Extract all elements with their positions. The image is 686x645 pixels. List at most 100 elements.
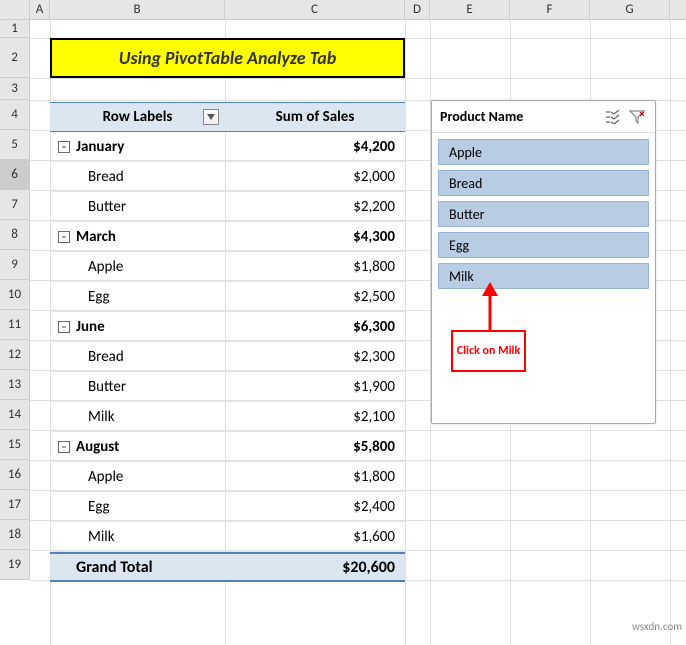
row-header-15[interactable]: 15 (0, 430, 29, 460)
row-header-16[interactable]: 16 (0, 460, 29, 490)
row-header-18[interactable]: 18 (0, 520, 29, 550)
slicer-item-milk[interactable]: Milk (438, 263, 649, 289)
row-header-9[interactable]: 9 (0, 250, 29, 280)
month-name: January (76, 138, 124, 156)
pivot-item-row[interactable]: Egg $2,500 (50, 282, 405, 312)
pivot-item-row[interactable]: Milk $1,600 (50, 522, 405, 552)
col-header-F[interactable]: F (510, 0, 590, 19)
pivot-table[interactable]: Row Labels Sum of Sales −January $4,200 … (50, 102, 405, 582)
pivot-month-row[interactable]: −August $5,800 (50, 432, 405, 462)
month-subtotal: $6,300 (225, 318, 405, 336)
pivot-item-row[interactable]: Butter $2,200 (50, 192, 405, 222)
item-value: $2,100 (225, 408, 405, 426)
col-header-D[interactable]: D (405, 0, 430, 19)
slicer-item-butter[interactable]: Butter (438, 201, 649, 227)
row-header-11[interactable]: 11 (0, 310, 29, 340)
month-name: August (76, 438, 119, 456)
item-value: $2,400 (225, 498, 405, 516)
item-label: Butter (50, 378, 225, 396)
row-header-12[interactable]: 12 (0, 340, 29, 370)
chevron-down-icon (207, 114, 215, 120)
item-label: Bread (50, 348, 225, 366)
row-header-4[interactable]: 4 (0, 100, 29, 130)
grand-total-row: Grand Total $20,600 (50, 552, 405, 582)
month-label: −March (50, 228, 225, 246)
item-value: $1,800 (225, 258, 405, 276)
item-label: Egg (50, 498, 225, 516)
product-slicer[interactable]: Product Name Apple Bread Butter Egg Milk (431, 100, 656, 424)
pivot-item-row[interactable]: Bread $2,300 (50, 342, 405, 372)
month-label: −January (50, 138, 225, 156)
row-header-1[interactable]: 1 (0, 20, 29, 38)
collapse-icon[interactable]: − (58, 441, 70, 453)
pivot-item-row[interactable]: Butter $1,900 (50, 372, 405, 402)
row-header-3[interactable]: 3 (0, 78, 29, 100)
slicer-header: Product Name (432, 101, 655, 133)
pivot-month-row[interactable]: −June $6,300 (50, 312, 405, 342)
clear-filter-icon[interactable] (627, 108, 647, 126)
row-header-5[interactable]: 5 (0, 130, 29, 160)
slicer-item-egg[interactable]: Egg (438, 232, 649, 258)
col-header-B[interactable]: B (50, 0, 225, 19)
row-labels-dropdown[interactable] (203, 109, 219, 125)
item-label: Apple (50, 258, 225, 276)
pivot-month-row[interactable]: −March $4,300 (50, 222, 405, 252)
multi-select-icon[interactable] (603, 108, 623, 126)
col-header-E[interactable]: E (430, 0, 510, 19)
slicer-title: Product Name (440, 108, 599, 125)
row-labels-text: Row Labels (103, 108, 173, 126)
row-header-19[interactable]: 19 (0, 550, 29, 580)
row-header-8[interactable]: 8 (0, 220, 29, 250)
spreadsheet-grid: A B C D E F G 1 2 3 4 5 6 7 8 9 10 11 12… (0, 0, 686, 645)
pivot-item-row[interactable]: Apple $1,800 (50, 462, 405, 492)
pivot-item-row[interactable]: Apple $1,800 (50, 252, 405, 282)
item-label: Milk (50, 408, 225, 426)
values-header: Sum of Sales (225, 103, 405, 131)
column-headers: A B C D E F G (0, 0, 686, 20)
month-label: −June (50, 318, 225, 336)
collapse-icon[interactable]: − (58, 231, 70, 243)
annotation-callout: Click on Milk (451, 330, 526, 372)
watermark: wsxdn.com (632, 620, 682, 633)
row-header-13[interactable]: 13 (0, 370, 29, 400)
pivot-item-row[interactable]: Egg $2,400 (50, 492, 405, 522)
col-header-A[interactable]: A (30, 0, 50, 19)
pivot-item-row[interactable]: Bread $2,000 (50, 162, 405, 192)
item-label: Butter (50, 198, 225, 216)
row-header-6[interactable]: 6 (0, 160, 29, 190)
col-header-C[interactable]: C (225, 0, 405, 19)
grand-total-label: Grand Total (50, 558, 225, 577)
slicer-item-bread[interactable]: Bread (438, 170, 649, 196)
row-headers: 1 2 3 4 5 6 7 8 9 10 11 12 13 14 15 16 1… (0, 20, 30, 580)
slicer-item-apple[interactable]: Apple (438, 139, 649, 165)
row-header-7[interactable]: 7 (0, 190, 29, 220)
item-value: $2,200 (225, 198, 405, 216)
month-subtotal: $4,200 (225, 138, 405, 156)
pivot-header-row: Row Labels Sum of Sales (50, 102, 405, 132)
item-value: $2,500 (225, 288, 405, 306)
month-name: June (76, 318, 105, 336)
item-value: $1,900 (225, 378, 405, 396)
month-subtotal: $5,800 (225, 438, 405, 456)
collapse-icon[interactable]: − (58, 141, 70, 153)
row-header-2[interactable]: 2 (0, 38, 29, 78)
item-value: $2,300 (225, 348, 405, 366)
item-label: Bread (50, 168, 225, 186)
select-all-corner[interactable] (0, 0, 30, 19)
month-name: March (76, 228, 116, 246)
col-header-G[interactable]: G (590, 0, 670, 19)
item-value: $1,600 (225, 528, 405, 546)
item-value: $1,800 (225, 468, 405, 486)
row-header-14[interactable]: 14 (0, 400, 29, 430)
pivot-month-row[interactable]: −January $4,200 (50, 132, 405, 162)
pivot-item-row[interactable]: Milk $2,100 (50, 402, 405, 432)
row-header-17[interactable]: 17 (0, 490, 29, 520)
month-label: −August (50, 438, 225, 456)
collapse-icon[interactable]: − (58, 321, 70, 333)
month-subtotal: $4,300 (225, 228, 405, 246)
row-header-10[interactable]: 10 (0, 280, 29, 310)
item-label: Egg (50, 288, 225, 306)
item-label: Milk (50, 528, 225, 546)
page-title: Using PivotTable Analyze Tab (50, 38, 405, 78)
row-labels-header: Row Labels (50, 103, 225, 131)
